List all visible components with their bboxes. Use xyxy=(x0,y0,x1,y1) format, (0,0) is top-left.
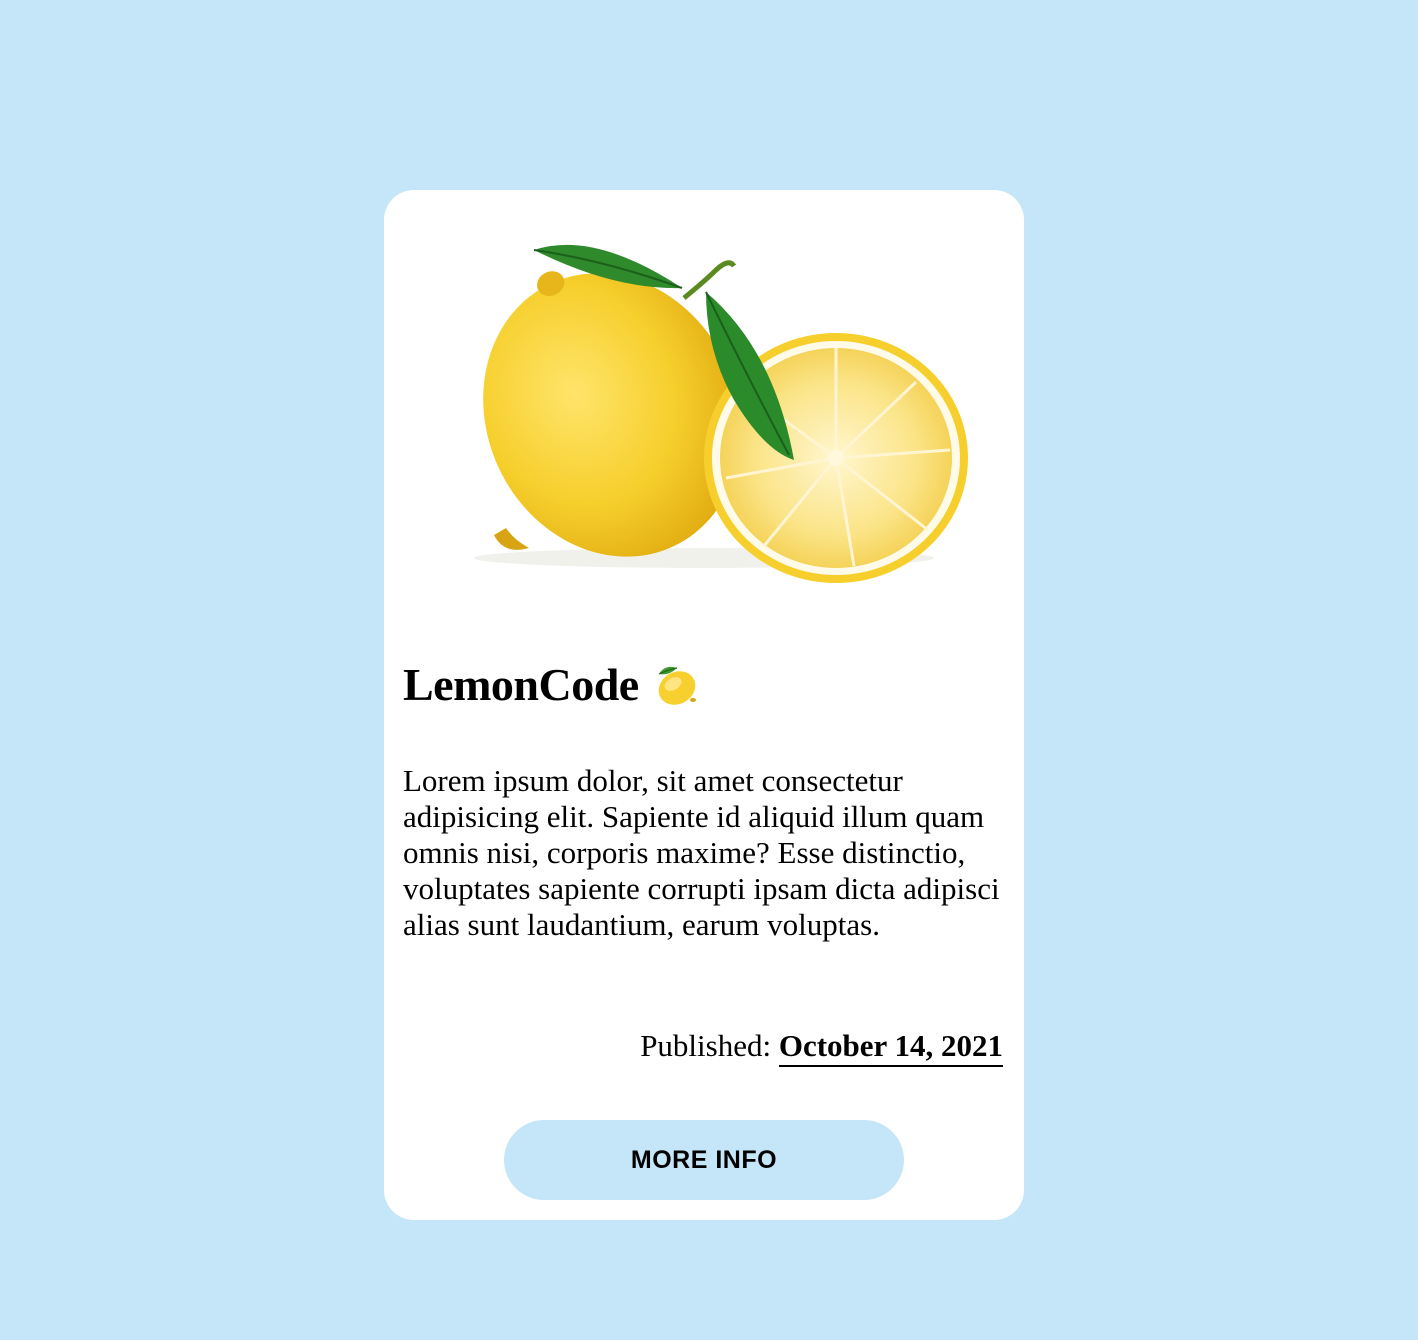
info-card: LemonCode Lorem ipsum dolor, sit amet co… xyxy=(384,190,1024,1220)
title-row: LemonCode xyxy=(403,660,701,710)
published-label: Published: xyxy=(640,1028,772,1063)
lemon-icon xyxy=(651,660,701,710)
more-info-button[interactable]: MORE INFO xyxy=(504,1120,904,1200)
published-info: Published: October 14, 2021 xyxy=(640,1028,1003,1067)
lemons-image xyxy=(444,230,984,600)
card-title: LemonCode xyxy=(403,659,639,710)
published-date-link[interactable]: October 14, 2021 xyxy=(778,1028,1003,1067)
card-description: Lorem ipsum dolor, sit amet consectetur … xyxy=(403,763,1000,942)
